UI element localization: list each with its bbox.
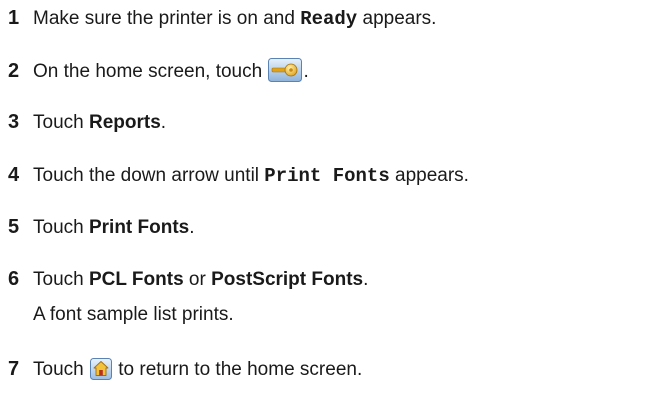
step-number: 5 <box>8 216 20 238</box>
step-number: 6 <box>8 268 20 290</box>
reports-label: Reports <box>88 112 161 133</box>
print-fonts-label: Print Fonts <box>88 217 190 238</box>
step-6: 6 Touch PCL Fonts or PostScript Fonts. <box>8 267 368 292</box>
step-number: 1 <box>8 7 20 29</box>
step-number: 3 <box>8 111 20 133</box>
step-text: Touch the down arrow until Print Fonts a… <box>33 165 469 187</box>
step-text: On the home screen, touch . <box>33 58 309 89</box>
step-number: 4 <box>8 164 20 186</box>
step-text: Touch Reports. <box>33 112 167 133</box>
step-text: Make sure the printer is on and Ready ap… <box>33 8 437 30</box>
step-2: 2 On the home screen, touch . <box>8 58 309 89</box>
postscript-fonts-label: PostScript Fonts <box>211 269 364 290</box>
step-number: 2 <box>8 60 20 82</box>
step-6-note: A font sample list prints. <box>33 304 234 325</box>
settings-key-icon <box>268 58 303 89</box>
step-number: 7 <box>8 358 20 380</box>
pcl-fonts-label: PCL Fonts <box>88 269 184 290</box>
step-4: 4 Touch the down arrow until Print Fonts… <box>8 163 469 188</box>
print-fonts-display-text: Print Fonts <box>264 165 390 187</box>
step-text: Touch to return to the home screen. <box>33 358 362 387</box>
ready-status-text: Ready <box>300 8 358 30</box>
step-7: 7 Touch to return to the home screen. <box>8 357 362 387</box>
step-5: 5 Touch Print Fonts. <box>8 215 195 240</box>
home-icon <box>89 358 112 387</box>
step-3: 3 Touch Reports. <box>8 110 166 135</box>
step-1: 1 Make sure the printer is on and Ready … <box>8 6 436 31</box>
step-text: Touch Print Fonts. <box>33 217 195 238</box>
step-text: Touch PCL Fonts or PostScript Fonts. <box>33 269 369 290</box>
